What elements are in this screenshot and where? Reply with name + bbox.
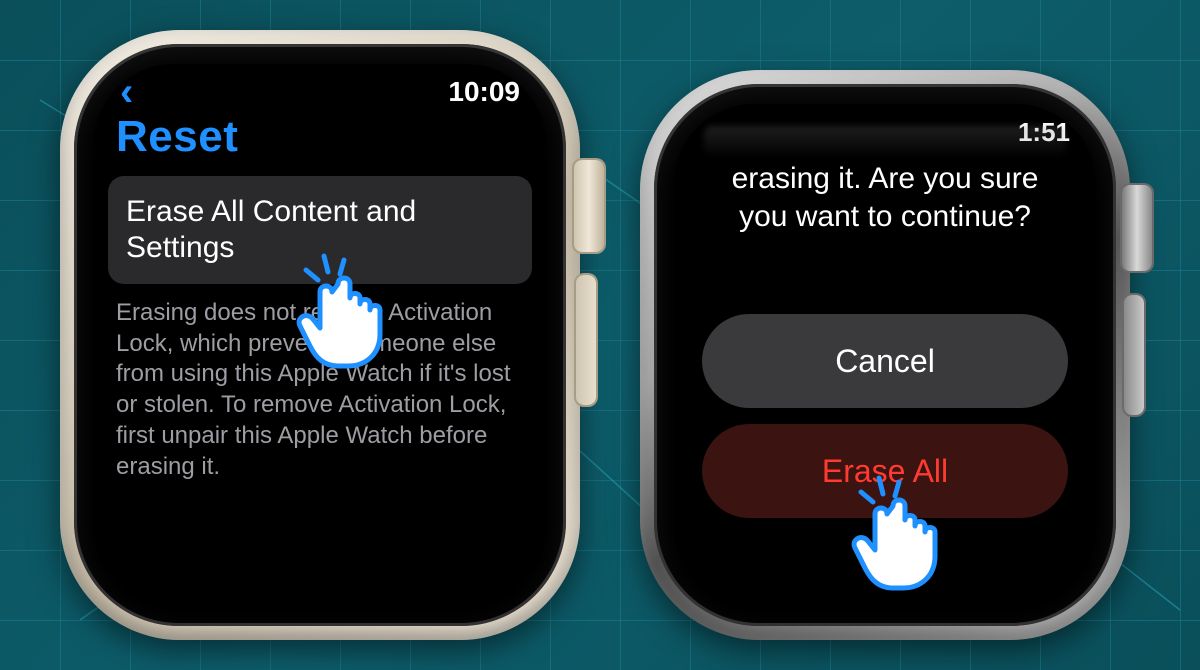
digital-crown[interactable] xyxy=(1122,185,1152,271)
status-time: 10:09 xyxy=(448,76,520,108)
erase-all-label: Erase All xyxy=(822,453,948,490)
erase-all-label: Erase All Content and Settings xyxy=(126,194,514,266)
side-button[interactable] xyxy=(1124,295,1144,415)
status-bar: ‹ 10:09 xyxy=(94,72,546,112)
watch-screen-reset: ‹ 10:09 Reset Erase All Content and Sett… xyxy=(94,64,546,606)
apple-watch-right: 1:51 erasing it. Are you sure you want t… xyxy=(640,70,1130,640)
cancel-button[interactable]: Cancel xyxy=(702,314,1068,408)
erase-all-row[interactable]: Erase All Content and Settings xyxy=(108,176,532,284)
blurred-title xyxy=(704,126,1066,156)
erase-all-button[interactable]: Erase All xyxy=(702,424,1068,518)
apple-watch-left: ‹ 10:09 Reset Erase All Content and Sett… xyxy=(60,30,580,640)
cancel-label: Cancel xyxy=(835,343,935,380)
digital-crown[interactable] xyxy=(574,160,604,252)
watch-screen-confirm: 1:51 erasing it. Are you sure you want t… xyxy=(674,104,1096,606)
back-chevron-icon[interactable]: ‹ xyxy=(120,72,133,112)
side-button[interactable] xyxy=(576,275,596,405)
confirm-message: erasing it. Are you sure you want to con… xyxy=(704,160,1066,235)
tutorial-stage: ‹ 10:09 Reset Erase All Content and Sett… xyxy=(0,0,1200,670)
page-title: Reset xyxy=(116,112,238,162)
erase-description: Erasing does not remove Activation Lock,… xyxy=(116,298,522,482)
